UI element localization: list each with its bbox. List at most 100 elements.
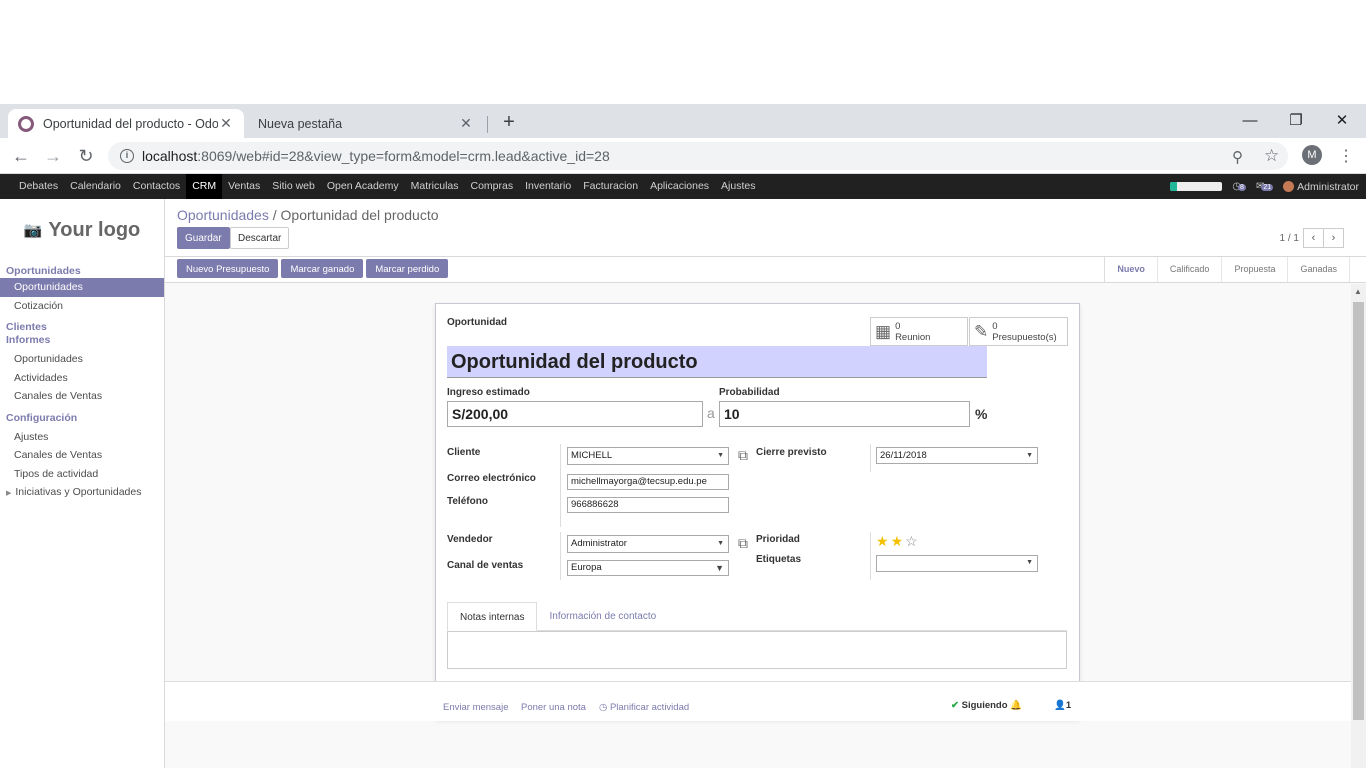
title-label: Oportunidad [447, 317, 507, 328]
mark-lost-button[interactable]: Marcar perdido [366, 259, 449, 278]
discard-button[interactable]: Descartar [230, 227, 290, 249]
tab-close-icon[interactable]: ✕ [458, 115, 474, 132]
deadline-date-input[interactable]: 26/11/2018 ▼ [876, 447, 1038, 464]
tab-close-icon[interactable]: ✕ [218, 115, 234, 132]
sidebar-item-oportunidades[interactable]: Oportunidades [0, 278, 164, 297]
topnav-item-ajustes[interactable]: Ajustes [715, 174, 761, 199]
messages-icon[interactable]: ✉21 [1256, 181, 1274, 192]
priority-stars[interactable]: ★★☆ [876, 533, 920, 550]
address-bar[interactable]: i localhost:8069/web#id=28&view_type=for… [108, 142, 1288, 170]
customer-label: Cliente [447, 447, 481, 458]
topnav-item-inventario[interactable]: Inventario [519, 174, 577, 199]
stage-calificado[interactable]: Calificado [1158, 257, 1223, 282]
followers-button[interactable]: 👤1 [1054, 700, 1071, 711]
sidebar-item-informes-oportunidades[interactable]: Oportunidades [0, 350, 164, 369]
close-window-button[interactable]: ✕ [1330, 110, 1354, 132]
expected-revenue-input[interactable]: S/200,00 [447, 401, 703, 427]
browser-menu-icon[interactable]: ⋮ [1338, 146, 1354, 166]
sidebar-item-actividades[interactable]: Actividades [0, 369, 164, 388]
tags-input[interactable]: ▼ [876, 555, 1038, 572]
browser-tab-active[interactable]: Oportunidad del producto - Odoo ✕ [8, 109, 244, 138]
scrollbar[interactable]: ▲ [1351, 284, 1366, 768]
back-button[interactable]: ← [10, 145, 32, 167]
odoo-main-nav: Debates Calendario Contactos CRM Ventas Sitio… [0, 174, 1366, 199]
sidebar-section-informes[interactable]: Informes [0, 334, 164, 347]
topnav-item-compras[interactable]: Compras [465, 174, 520, 199]
topnav-item-calendario[interactable]: Calendario [64, 174, 127, 199]
following-button[interactable]: ✔ Siguiendo 🔔 [951, 700, 1022, 711]
opportunity-name-input[interactable]: Oportunidad del producto [447, 346, 987, 378]
quotation-smart-button[interactable]: ✎ 0 Presupuesto(s) [969, 317, 1068, 346]
mark-won-button[interactable]: Marcar ganado [281, 259, 364, 278]
sidebar-section-clientes[interactable]: Clientes [0, 321, 164, 334]
log-note-link[interactable]: Poner una nota [521, 702, 586, 713]
save-button[interactable]: Guardar [177, 227, 230, 249]
topnav-item-open-academy[interactable]: Open Academy [321, 174, 405, 199]
app-menu: Debates Calendario Contactos CRM Ventas Sitio… [0, 174, 761, 199]
sidebar-item-cotizacion[interactable]: Cotización [0, 297, 164, 316]
restore-button[interactable]: ❐ [1284, 110, 1308, 132]
topnav-item-crm[interactable]: CRM [186, 174, 223, 199]
topnav-item-facturacion[interactable]: Facturacion [577, 174, 644, 199]
stage-propuesta[interactable]: Propuesta [1222, 257, 1289, 282]
scroll-up-icon[interactable]: ▲ [1354, 287, 1362, 296]
pager-previous-button[interactable]: ‹ [1303, 228, 1324, 248]
topnav-item-contactos[interactable]: Contactos [127, 174, 186, 199]
stage-nuevo[interactable]: Nuevo [1105, 257, 1158, 282]
sidebar-item-iniciativas[interactable]: ▶ Iniciativas y Oportunidades [0, 483, 164, 504]
star-empty-icon[interactable]: ☆ [905, 533, 920, 549]
reload-button[interactable]: ↻ [75, 145, 97, 167]
scrollbar-thumb[interactable] [1353, 302, 1364, 720]
form-sheet: Oportunidad ▦ 0 Reunion ✎ 0 Presupuesto(s)… [435, 303, 1080, 719]
topnav-item-ventas[interactable]: Ventas [222, 174, 266, 199]
odoo-favicon-icon [18, 115, 34, 132]
internal-notes-textarea[interactable] [447, 631, 1067, 669]
breadcrumb-parent[interactable]: Oportunidades [177, 207, 269, 223]
pager: 1 / 1 ‹ › [1280, 228, 1344, 248]
sidebar-section-oportunidades[interactable]: Oportunidades [0, 265, 164, 278]
meeting-smart-button[interactable]: ▦ 0 Reunion [870, 317, 968, 346]
topnav-item-debates[interactable]: Debates [13, 174, 64, 199]
tab-informacion-contacto[interactable]: Información de contacto [537, 602, 668, 631]
external-link-icon[interactable]: ⧉ [738, 535, 748, 552]
probability-input[interactable]: 10 [719, 401, 970, 427]
meeting-label: Reunion [895, 331, 931, 343]
profile-avatar[interactable]: M [1302, 145, 1322, 165]
new-quotation-button[interactable]: Nuevo Presupuesto [177, 259, 279, 278]
site-info-icon[interactable]: i [120, 149, 134, 163]
bookmark-star-icon[interactable]: ☆ [1264, 146, 1279, 166]
star-filled-icon[interactable]: ★ [876, 533, 891, 549]
user-menu[interactable]: Administrator [1283, 181, 1359, 193]
star-filled-icon[interactable]: ★ [891, 533, 906, 549]
chevron-down-icon: ▼ [1026, 559, 1033, 566]
sidebar-section-configuracion[interactable]: Configuración [0, 412, 164, 425]
sidebar: 📷 Your logo Oportunidades Oportunidades C… [0, 199, 165, 768]
phone-field[interactable]: 966886628 [567, 497, 729, 513]
tab-notas-internas[interactable]: Notas internas [447, 602, 538, 631]
pager-next-button[interactable]: › [1323, 228, 1344, 248]
sidebar-item-canales[interactable]: Canales de Ventas [0, 387, 164, 406]
team-select[interactable]: Europa ▼ [567, 560, 729, 576]
topnav-item-sitio-web[interactable]: Sitio web [266, 174, 321, 199]
salesperson-select[interactable]: Administrator ▼ [567, 535, 729, 553]
browser-tab-new[interactable]: Nueva pestaña ✕ [248, 109, 484, 138]
forward-button[interactable]: → [42, 145, 64, 167]
stage-ganadas[interactable]: Ganadas [1288, 257, 1350, 282]
sidebar-item-canales-config[interactable]: Canales de Ventas [0, 446, 164, 465]
send-message-link[interactable]: Enviar mensaje [443, 702, 508, 713]
external-link-icon[interactable]: ⧉ [738, 447, 748, 464]
new-tab-button[interactable]: + [498, 111, 520, 133]
topnav-item-aplicaciones[interactable]: Aplicaciones [644, 174, 715, 199]
customer-select[interactable]: MICHELL ▼ [567, 447, 729, 465]
minimize-button[interactable]: — [1238, 110, 1262, 132]
schedule-activity-link[interactable]: ◷ Planificar actividad [599, 702, 689, 713]
sidebar-item-ajustes[interactable]: Ajustes [0, 428, 164, 447]
pager-value[interactable]: 1 / 1 [1280, 233, 1299, 244]
topnav-item-matriculas[interactable]: Matriculas [405, 174, 465, 199]
activity-icon[interactable]: ◷8 [1232, 181, 1246, 192]
tab-title: Oportunidad del producto - Odoo [43, 116, 218, 131]
email-label: Correo electrónico [447, 473, 536, 484]
sidebar-item-tipos-actividad[interactable]: Tipos de actividad [0, 465, 164, 484]
zoom-icon[interactable]: ⚲ [1232, 148, 1243, 166]
email-field[interactable]: michellmayorga@tecsup.edu.pe [567, 474, 729, 490]
